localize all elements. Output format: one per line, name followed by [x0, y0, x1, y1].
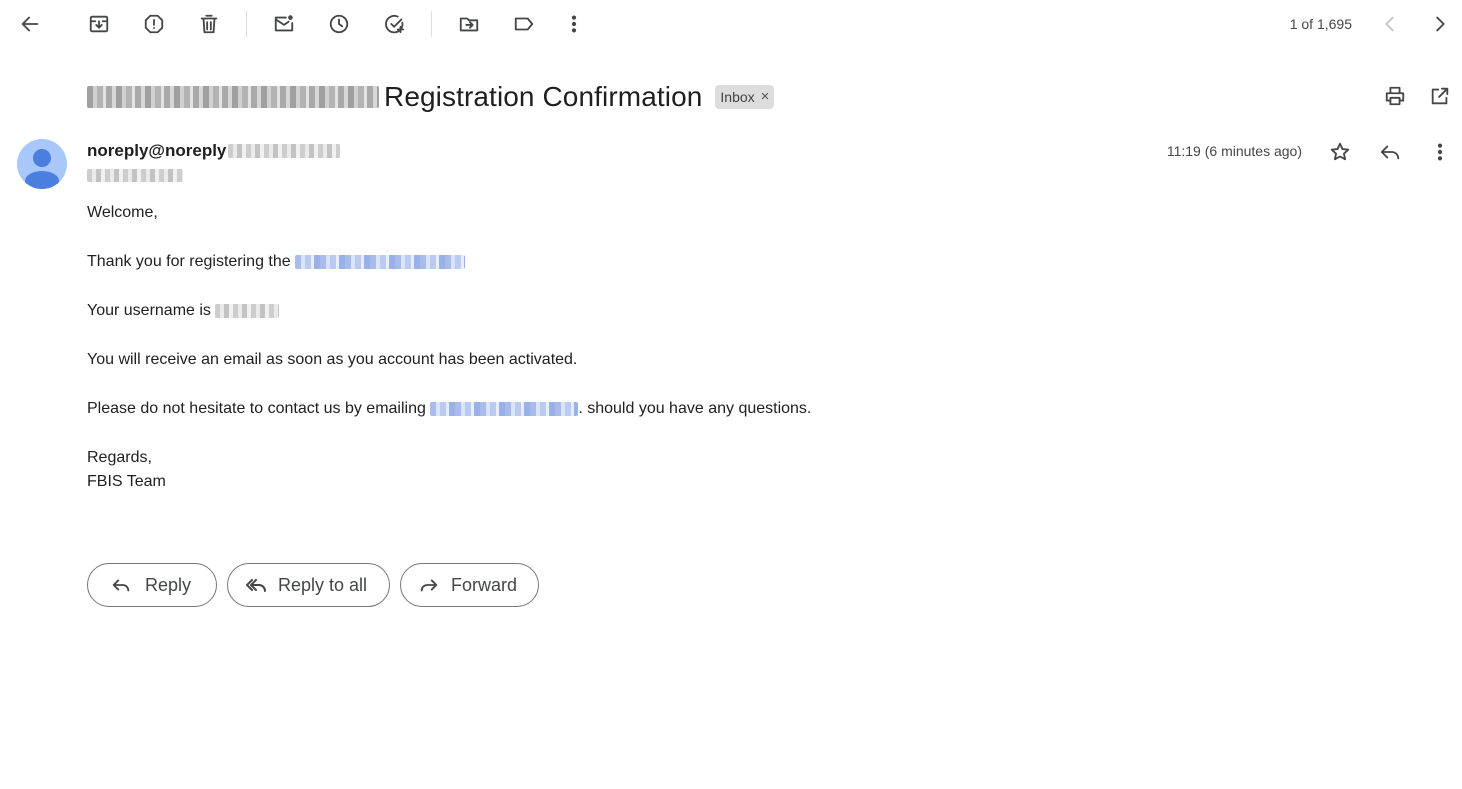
print-icon[interactable] [1379, 80, 1411, 112]
body-line-username: Your username is [87, 299, 811, 323]
report-spam-icon[interactable] [138, 8, 170, 40]
delete-icon[interactable] [193, 8, 225, 40]
pager-count: 1 of 1,695 [1289, 16, 1352, 32]
forward-icon [420, 579, 438, 592]
email-subject: Registration Confirmation [384, 81, 703, 112]
recipient-line[interactable] [87, 169, 183, 187]
sign-off: Regards, [87, 449, 152, 466]
forward-button-label: Forward [451, 574, 518, 595]
toolbar-divider [246, 11, 247, 37]
redacted-contact-email-link[interactable] [430, 402, 579, 416]
older-chevron-right-icon[interactable] [1424, 8, 1456, 40]
redacted-site-link[interactable] [295, 255, 466, 269]
signature: FBIS Team [87, 473, 166, 490]
remove-label-icon[interactable]: × [761, 88, 770, 105]
reply-icon[interactable] [1374, 136, 1406, 168]
message-more-vert-icon[interactable] [1424, 136, 1456, 168]
subject-row: Registration Confirmation Inbox × [87, 80, 775, 114]
move-to-icon[interactable] [453, 8, 485, 40]
toolbar-divider [431, 11, 432, 37]
reply-button-label: Reply [145, 574, 192, 595]
greeting: Welcome, [87, 204, 158, 221]
add-to-tasks-icon[interactable] [379, 8, 411, 40]
redacted-recipient [87, 169, 183, 182]
star-icon[interactable] [1324, 136, 1356, 168]
open-in-new-window-icon[interactable] [1424, 80, 1456, 112]
body-line-activation: You will receive an email as soon as you… [87, 351, 578, 368]
reply-all-button[interactable]: Reply to all [227, 563, 390, 607]
snooze-icon[interactable] [323, 8, 355, 40]
body-line-registration: Thank you for registering the [87, 250, 811, 274]
redacted-subject-prefix [87, 86, 379, 108]
label-icon[interactable] [508, 8, 540, 40]
archive-icon[interactable] [83, 8, 115, 40]
reply-icon [112, 579, 130, 592]
body-line-contact: Please do not hesitate to contact us by … [87, 400, 812, 417]
back-arrow-icon[interactable] [14, 8, 46, 40]
forward-button[interactable]: Forward [400, 563, 539, 607]
redacted-username [215, 304, 280, 318]
sender-name[interactable]: noreply@noreply [87, 141, 341, 161]
email-body: Welcome, Thank you for registering the Y… [87, 201, 811, 494]
newer-chevron-left-icon[interactable] [1374, 8, 1406, 40]
reply-all-icon [246, 579, 266, 592]
mark-unread-icon[interactable] [268, 8, 300, 40]
reply-button[interactable]: Reply [87, 563, 217, 607]
label-name: Inbox [720, 88, 755, 105]
inbox-label-chip[interactable]: Inbox × [715, 85, 775, 109]
reply-all-button-label: Reply to all [278, 574, 368, 595]
email-timestamp: 11:19 (6 minutes ago) [1166, 143, 1302, 159]
avatar[interactable] [17, 139, 67, 189]
redacted-sender-domain [228, 144, 341, 158]
sender-address: noreply@noreply [87, 141, 227, 160]
more-vert-icon[interactable] [558, 8, 590, 40]
